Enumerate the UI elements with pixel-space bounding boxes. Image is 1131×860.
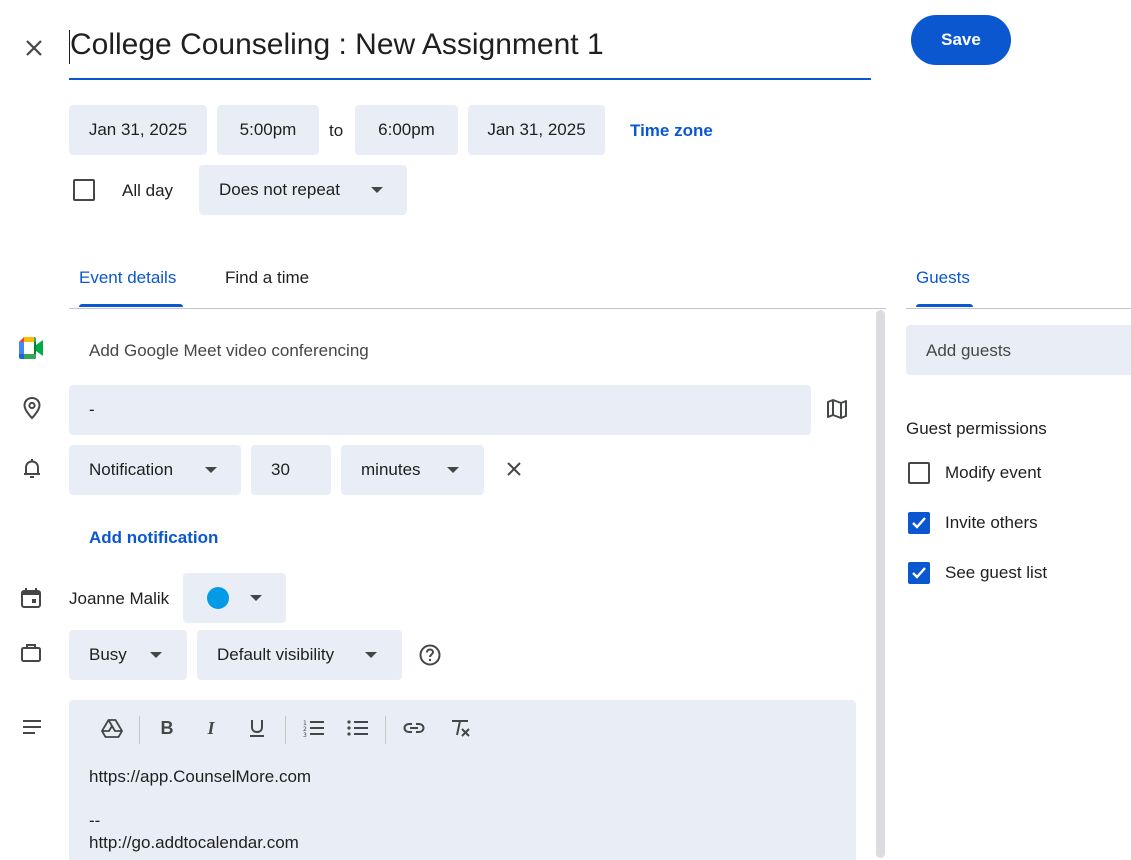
start-date-text: Jan 31, 2025 (88, 120, 188, 139)
checkmark-icon (912, 567, 926, 579)
start-time-text: 5:00pm (239, 120, 297, 139)
all-day-label: All day (122, 181, 174, 200)
add-guests-placeholder: Add guests (926, 341, 1012, 360)
repeat-value: Does not repeat (219, 180, 340, 199)
description-line (89, 788, 829, 810)
end-date-button[interactable]: Jan 31, 2025 (468, 105, 605, 155)
add-meet-button[interactable]: Add Google Meet video conferencing (89, 341, 369, 361)
description-editor[interactable]: B I 123 https://app.CounselMore.com -- h… (69, 700, 856, 860)
all-day-checkbox[interactable] (73, 179, 95, 201)
calendar-icon (19, 586, 43, 610)
checkmark-icon (912, 517, 926, 529)
numbered-list-icon[interactable]: 123 (301, 716, 327, 740)
invite-others-checkbox[interactable] (908, 512, 930, 534)
toolbar-divider (385, 716, 386, 744)
end-time-button[interactable]: 6:00pm (355, 105, 458, 155)
description-line: http://go.addtocalendar.com (89, 833, 299, 852)
chevron-down-icon (150, 652, 162, 658)
to-label: to (329, 121, 344, 140)
map-icon[interactable] (824, 396, 850, 422)
toolbar-divider (285, 716, 286, 744)
see-guest-list-label: See guest list (945, 563, 1048, 582)
save-button[interactable]: Save (911, 15, 1011, 65)
calendar-owner: Joanne Malik (69, 589, 170, 608)
tab-guests-indicator (916, 304, 973, 307)
notification-amount-input[interactable]: 30 (251, 445, 331, 495)
description-text: https://app.CounselMore.com -- http://go… (89, 766, 829, 854)
svg-text:3: 3 (303, 732, 307, 737)
bell-icon (20, 456, 44, 482)
location-pin-icon (20, 395, 44, 421)
notification-type-value: Notification (89, 460, 174, 479)
location-value: - (89, 400, 95, 419)
calendar-color-dropdown[interactable] (183, 573, 286, 623)
availability-dropdown[interactable]: Busy (69, 630, 187, 680)
google-meet-icon (19, 337, 45, 359)
tabs-divider (69, 308, 886, 309)
toolbar-divider (139, 716, 140, 744)
description-line: -- (89, 811, 101, 830)
tab-event-details-indicator (79, 304, 183, 307)
chevron-down-icon (205, 467, 217, 473)
save-label: Save (941, 30, 981, 49)
guests-divider (906, 308, 1131, 309)
start-date-button[interactable]: Jan 31, 2025 (69, 105, 207, 155)
link-icon[interactable] (401, 716, 427, 740)
visibility-value: Default visibility (217, 645, 335, 664)
title-text: College Counseling : New Assignment 1 (70, 28, 604, 61)
calendar-color-dot (207, 587, 229, 609)
tab-event-details[interactable]: Event details (79, 268, 176, 288)
bold-icon[interactable]: B (155, 716, 179, 740)
notification-type-dropdown[interactable]: Notification (69, 445, 241, 495)
chevron-down-icon (447, 467, 459, 473)
chevron-down-icon (371, 187, 383, 193)
repeat-dropdown[interactable]: Does not repeat (199, 165, 407, 215)
notification-unit-dropdown[interactable]: minutes (341, 445, 484, 495)
end-time-text: 6:00pm (378, 120, 435, 139)
guest-permissions-title: Guest permissions (906, 419, 1047, 438)
briefcase-icon (19, 641, 43, 665)
notification-amount-value: 30 (271, 460, 290, 479)
see-guest-list-checkbox[interactable] (908, 562, 930, 584)
google-drive-icon[interactable] (99, 716, 125, 740)
chevron-down-icon (250, 595, 262, 601)
location-input[interactable]: - (69, 385, 811, 435)
start-time-button[interactable]: 5:00pm (217, 105, 319, 155)
description-icon (20, 716, 44, 738)
close-icon[interactable] (20, 34, 48, 62)
bulleted-list-icon[interactable] (345, 716, 371, 740)
availability-value: Busy (89, 645, 127, 664)
notification-unit-value: minutes (361, 460, 421, 479)
details-scrollbar[interactable] (876, 310, 885, 858)
modify-event-label: Modify event (945, 463, 1042, 482)
formatting-toolbar: B I 123 (69, 700, 856, 756)
underline-icon[interactable] (245, 716, 269, 740)
clear-formatting-icon[interactable] (447, 716, 473, 740)
end-date-text: Jan 31, 2025 (487, 120, 586, 139)
invite-others-label: Invite others (945, 513, 1038, 532)
modify-event-checkbox[interactable] (908, 462, 930, 484)
time-zone-link[interactable]: Time zone (630, 121, 713, 141)
help-icon[interactable] (418, 643, 442, 667)
tab-guests[interactable]: Guests (916, 268, 970, 288)
visibility-dropdown[interactable]: Default visibility (197, 630, 402, 680)
title-input[interactable]: College Counseling : New Assignment 1 (69, 20, 871, 80)
tab-find-a-time[interactable]: Find a time (225, 268, 309, 288)
description-line: https://app.CounselMore.com (89, 767, 312, 786)
chevron-down-icon (365, 652, 377, 658)
add-notification-button[interactable]: Add notification (89, 528, 218, 548)
add-guests-input[interactable]: Add guests (906, 325, 1131, 375)
italic-icon[interactable]: I (199, 716, 223, 740)
remove-notification-icon[interactable] (502, 457, 526, 481)
